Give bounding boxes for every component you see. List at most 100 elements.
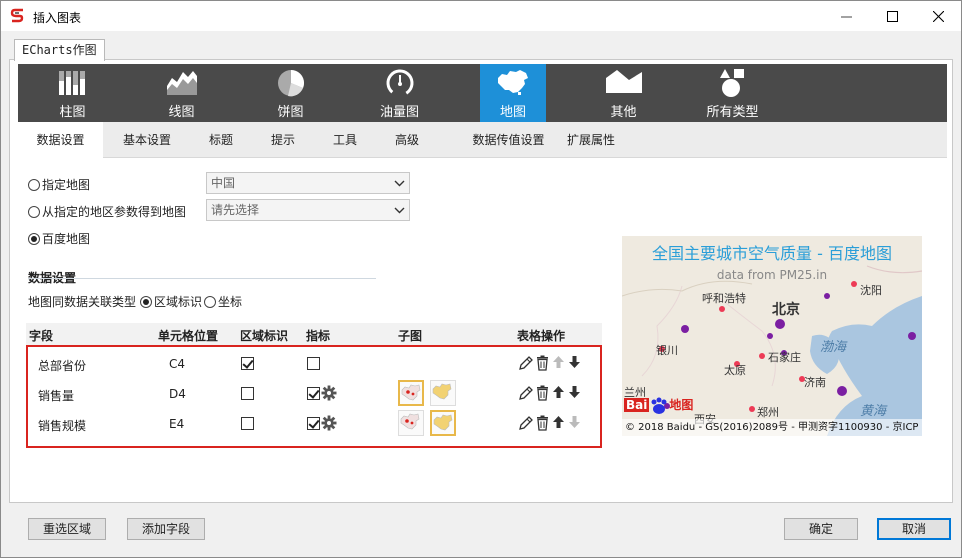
map-select[interactable]: 中国 — [206, 172, 410, 194]
chart-type-pie-chart[interactable]: 饼图 — [236, 64, 345, 122]
chevron-down-icon — [389, 200, 409, 220]
radio-region-param-map[interactable]: 从指定的地区参数得到地图 — [28, 203, 186, 220]
tab-data-settings[interactable]: 数据设置 — [18, 122, 103, 158]
metric-checkbox[interactable] — [307, 417, 320, 430]
chart-type-label: 油量图 — [379, 105, 419, 120]
city-label: 呼和浩特 — [702, 292, 746, 305]
window-title: 插入图表 — [33, 11, 82, 25]
move-down-icon[interactable] — [568, 355, 581, 372]
cell-position: D4 — [169, 387, 186, 401]
minimize-button[interactable] — [823, 1, 869, 31]
cell-position: C4 — [169, 357, 186, 371]
association-type-row: 地图同数据关联类型 区域标识 坐标 — [28, 293, 242, 310]
maximize-button[interactable] — [869, 1, 915, 31]
radio-label: 指定地图 — [42, 178, 91, 192]
ok-button[interactable]: 确定 — [784, 518, 858, 540]
add-field-button[interactable]: 添加字段 — [127, 518, 205, 540]
sub-chart-fill-thumbnail[interactable] — [430, 380, 456, 406]
radio-specified-map[interactable]: 指定地图 — [28, 176, 90, 193]
tab-data-passing[interactable]: 数据传值设置 — [446, 122, 571, 158]
header-table-actions: 表格操作 — [517, 329, 566, 343]
reselect-region-button[interactable]: 重选区域 — [28, 518, 106, 540]
delete-icon[interactable] — [536, 385, 549, 404]
baidu-logo-text: 地图 — [669, 398, 694, 412]
map-preview: 全国主要城市空气质量 - 百度地图 data from PM25.in 呼和浩特… — [622, 236, 922, 436]
sub-chart-scatter-thumbnail[interactable] — [398, 380, 424, 406]
region-param-select[interactable]: 请先选择 — [206, 199, 410, 221]
chart-type-gauge[interactable]: 油量图 — [345, 64, 454, 122]
cell-position: E4 — [169, 417, 185, 431]
field-name: 总部省份 — [38, 359, 87, 373]
chart-type-other[interactable]: 其他 — [569, 64, 678, 122]
region-id-checkbox[interactable] — [241, 357, 254, 370]
radio-label: 百度地图 — [42, 232, 91, 246]
chart-type-label: 其他 — [610, 105, 637, 120]
chart-type-label: 地图 — [499, 105, 526, 120]
sea-label: 渤海 — [820, 340, 847, 355]
tab-tooltip[interactable]: 提示 — [258, 122, 308, 158]
edit-icon[interactable] — [518, 385, 534, 404]
chart-type-all[interactable]: 所有类型 — [678, 64, 787, 122]
radio-label: 坐标 — [218, 295, 243, 309]
city-label: 沈阳 — [860, 284, 882, 297]
header-field: 字段 — [29, 329, 54, 343]
tab-title[interactable]: 标题 — [196, 122, 246, 158]
baidu-logo-text: Bai — [624, 398, 650, 412]
move-up-icon[interactable] — [552, 355, 565, 372]
area-chart-icon — [166, 71, 197, 95]
radio-label: 从指定的地区参数得到地图 — [42, 205, 187, 219]
region-id-checkbox[interactable] — [241, 387, 254, 400]
tab-basic-settings[interactable]: 基本设置 — [110, 122, 184, 158]
tab-tools[interactable]: 工具 — [320, 122, 370, 158]
delete-icon[interactable] — [536, 415, 549, 434]
baidu-paw-icon — [651, 397, 667, 414]
gear-icon[interactable] — [321, 385, 337, 404]
tab-advanced[interactable]: 高级 — [382, 122, 432, 158]
header-region-id: 区域标识 — [240, 329, 289, 343]
radio-circle — [28, 178, 40, 191]
chart-type-bar: 柱图 线图 饼图 油量图 地图 其他 所有类型 — [18, 64, 947, 122]
other-chart-icon — [605, 70, 642, 93]
city-label: 银川 — [656, 344, 678, 357]
delete-icon[interactable] — [536, 355, 549, 374]
field-name: 销售规模 — [38, 419, 87, 433]
map-preview-subtitle: data from PM25.in — [716, 268, 828, 282]
radio-coordinate[interactable]: 坐标 — [204, 293, 242, 310]
baidu-logo: Bai 地图 — [624, 396, 693, 415]
metric-checkbox[interactable] — [307, 357, 320, 370]
gauge-icon — [386, 69, 413, 97]
tab-extended-props[interactable]: 扩展属性 — [556, 122, 626, 158]
city-label: 太原 — [724, 364, 746, 377]
sea-label: 黄海 — [860, 404, 887, 419]
edit-icon[interactable] — [518, 415, 534, 434]
move-down-icon[interactable] — [568, 385, 581, 402]
cancel-button[interactable]: 取消 — [877, 518, 951, 540]
city-label: 石家庄 — [768, 351, 801, 364]
radio-region-id[interactable]: 区域标识 — [140, 293, 202, 310]
radio-circle-checked — [28, 232, 40, 245]
close-button[interactable] — [915, 1, 961, 31]
bar-chart-icon — [58, 71, 85, 95]
move-up-icon[interactable] — [552, 415, 565, 432]
chart-type-bar-chart[interactable]: 柱图 — [18, 64, 127, 122]
sub-chart-fill-thumbnail[interactable] — [430, 410, 456, 436]
move-up-icon[interactable] — [552, 385, 565, 402]
tab-echarts[interactable]: ECharts作图 — [14, 39, 105, 61]
settings-tab-bar: 数据设置 基本设置 标题 提示 工具 高级 数据传值设置 扩展属性 — [18, 122, 947, 158]
region-id-checkbox[interactable] — [241, 417, 254, 430]
edit-icon[interactable] — [518, 355, 534, 374]
radio-baidu-map[interactable]: 百度地图 — [28, 230, 90, 247]
map-select-value: 中国 — [211, 176, 236, 190]
map-copyright: © 2018 Baidu - GS(2016)2089号 - 甲测资字11009… — [622, 419, 922, 436]
sub-chart-scatter-thumbnail[interactable] — [398, 410, 424, 436]
metric-checkbox[interactable] — [307, 387, 320, 400]
all-types-icon — [719, 69, 744, 97]
chart-type-label: 线图 — [168, 105, 195, 120]
region-param-placeholder: 请先选择 — [211, 203, 260, 217]
chart-type-map[interactable]: 地图 — [480, 64, 546, 122]
header-metric: 指标 — [306, 329, 331, 343]
move-down-icon[interactable] — [568, 415, 581, 432]
chart-type-line-chart[interactable]: 线图 — [127, 64, 236, 122]
header-sub-chart: 子图 — [398, 329, 423, 343]
gear-icon[interactable] — [321, 415, 337, 434]
